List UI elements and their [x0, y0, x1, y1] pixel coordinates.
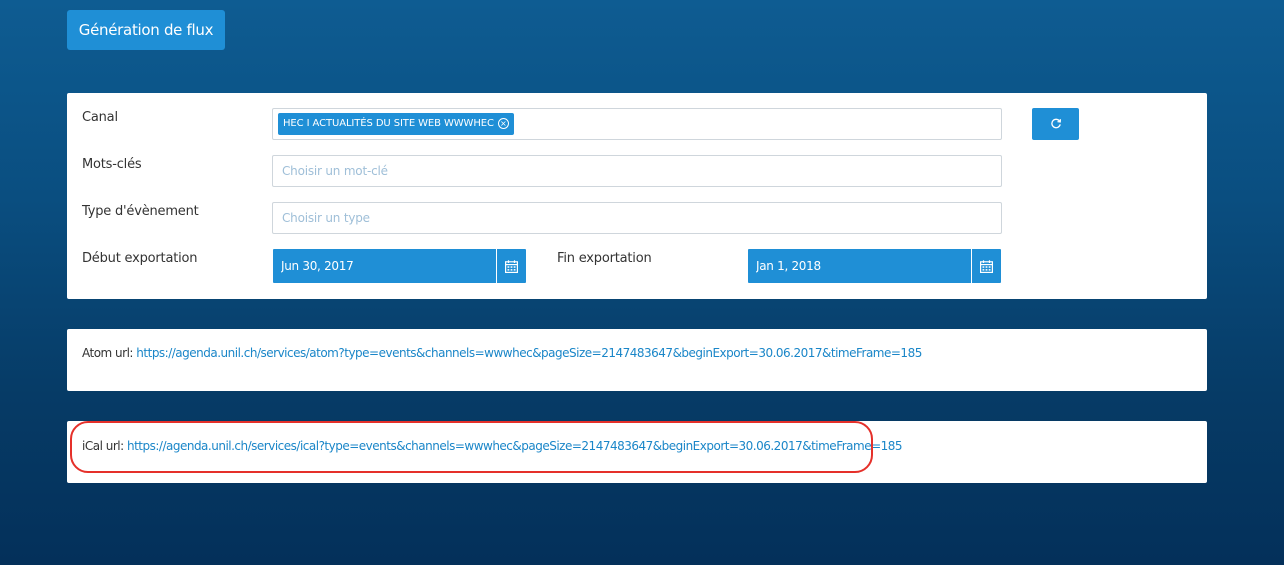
export-end-label: Fin exportation	[557, 251, 652, 266]
calendar-icon	[980, 259, 993, 273]
refresh-button[interactable]	[1032, 108, 1079, 140]
export-start-label: Début exportation	[82, 251, 198, 266]
ical-url-panel: iCal url: https://agenda.unil.ch/service…	[67, 421, 1207, 483]
export-end-input[interactable]	[748, 249, 970, 283]
export-end-datepicker	[748, 249, 1001, 283]
canal-tag-label: HEC I ACTUALITÉS DU SITE WEB WWWHEC	[283, 118, 494, 129]
atom-url-line: Atom url: https://agenda.unil.ch/service…	[82, 346, 922, 360]
refresh-icon	[1050, 118, 1061, 129]
canal-label: Canal	[82, 110, 118, 125]
event-type-label: Type d'évènement	[82, 204, 199, 219]
keywords-input[interactable]	[273, 156, 1001, 186]
export-start-datepicker	[273, 249, 526, 283]
keywords-field[interactable]	[272, 155, 1002, 187]
canal-select[interactable]: HEC I ACTUALITÉS DU SITE WEB WWWHEC ×	[272, 108, 1002, 140]
ical-url-link[interactable]: https://agenda.unil.ch/services/ical?typ…	[127, 439, 903, 453]
generate-feed-button[interactable]: Génération de flux	[67, 10, 225, 50]
export-end-calendar-button[interactable]	[971, 249, 1001, 283]
event-type-input[interactable]	[273, 203, 1001, 233]
keywords-label: Mots-clés	[82, 157, 142, 172]
canal-tag: HEC I ACTUALITÉS DU SITE WEB WWWHEC ×	[278, 113, 514, 135]
atom-url-panel: Atom url: https://agenda.unil.ch/service…	[67, 329, 1207, 391]
calendar-icon	[505, 259, 518, 273]
feed-filter-form: Canal HEC I ACTUALITÉS DU SITE WEB WWWHE…	[67, 93, 1207, 299]
export-start-input[interactable]	[273, 249, 495, 283]
event-type-field[interactable]	[272, 202, 1002, 234]
ical-url-line: iCal url: https://agenda.unil.ch/service…	[82, 439, 903, 453]
close-icon[interactable]: ×	[497, 118, 509, 129]
atom-url-label: Atom url:	[82, 346, 133, 360]
atom-url-link[interactable]: https://agenda.unil.ch/services/atom?typ…	[136, 346, 922, 360]
export-start-calendar-button[interactable]	[496, 249, 526, 283]
ical-url-label: iCal url:	[82, 439, 124, 453]
